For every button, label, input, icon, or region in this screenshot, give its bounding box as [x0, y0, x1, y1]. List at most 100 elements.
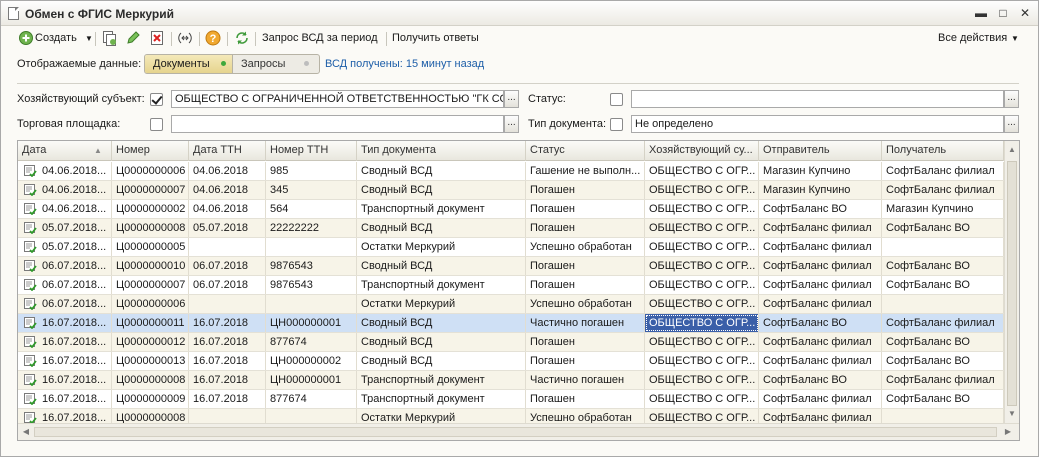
- document-icon: [8, 7, 19, 20]
- cell-doc-type: Сводный ВСД: [357, 352, 526, 370]
- table-row[interactable]: 16.07.2018... Ц0000000012 16.07.2018 877674…: [18, 333, 1004, 352]
- requests-tab[interactable]: Запросы: [234, 55, 319, 73]
- cell-date-text: 16.07.2018...: [42, 355, 107, 367]
- divider: [17, 83, 1019, 84]
- doctype-checkbox[interactable]: [610, 118, 623, 131]
- status-field[interactable]: [631, 90, 1004, 108]
- scroll-left-icon[interactable]: ◀: [20, 427, 32, 436]
- cell-entity: ОБЩЕСТВО С ОГР...: [645, 238, 759, 256]
- entity-checkbox[interactable]: [150, 93, 163, 106]
- cell-number: Ц0000000012: [112, 333, 189, 351]
- cell-ttn-number: ЦН000000002: [266, 352, 357, 370]
- cell-receiver: [882, 295, 1004, 313]
- get-answers-button[interactable]: Получить ответы: [392, 29, 479, 48]
- scroll-right-icon[interactable]: ▶: [1002, 427, 1014, 436]
- toolbar-separator: [95, 32, 96, 46]
- table-row[interactable]: 06.07.2018... Ц0000000010 06.07.2018 987654…: [18, 257, 1004, 276]
- cell-date: 16.07.2018...: [18, 390, 112, 408]
- cell-entity: ОБЩЕСТВО С ОГР...: [645, 333, 759, 351]
- entity-field[interactable]: ОБЩЕСТВО С ОГРАНИЧЕННОЙ ОТВЕТСТВЕННОСТЬЮ…: [171, 90, 504, 108]
- cell-status: Частично погашен: [526, 371, 645, 389]
- toolbar-separator: [171, 32, 172, 46]
- edit-icon[interactable]: [125, 30, 141, 46]
- table-row[interactable]: 16.07.2018... Ц0000000013 16.07.2018 ЦН0000…: [18, 352, 1004, 371]
- cell-doc-type: Сводный ВСД: [357, 162, 526, 180]
- create-button[interactable]: Создать ▼: [18, 29, 93, 48]
- title-bar: Обмен с ФГИС Меркурий ▬ □ ✕: [1, 1, 1038, 26]
- table-row[interactable]: 05.07.2018... Ц0000000008 05.07.2018 222222…: [18, 219, 1004, 238]
- cell-number: Ц0000000008: [112, 371, 189, 389]
- vsd-status-link[interactable]: ВСД получены: 15 минут назад: [325, 58, 484, 70]
- minimize-icon[interactable]: ▬: [973, 6, 989, 21]
- doctype-select-button[interactable]: ...: [1004, 115, 1019, 133]
- cell-date: 16.07.2018...: [18, 333, 112, 351]
- close-icon[interactable]: ✕: [1017, 6, 1033, 21]
- column-header-status[interactable]: Статус: [526, 141, 645, 161]
- cell-sender: СофтБаланс ВО: [759, 314, 882, 332]
- request-vsd-button[interactable]: Запрос ВСД за период: [262, 29, 378, 48]
- cell-ttn-number: 877674: [266, 333, 357, 351]
- documents-tab[interactable]: Документы: [145, 55, 233, 73]
- column-header-number[interactable]: Номер: [112, 141, 189, 161]
- copy-icon[interactable]: [101, 30, 117, 46]
- cell-ttn-date: 04.06.2018: [189, 200, 266, 218]
- table-row[interactable]: 16.07.2018... Ц0000000011 16.07.2018 ЦН0000…: [18, 314, 1004, 333]
- vertical-scroll-thumb[interactable]: [1007, 161, 1017, 406]
- cell-date-text: 06.07.2018...: [42, 298, 107, 310]
- table-row[interactable]: 05.07.2018... Ц0000000005 Остатки Меркурий…: [18, 238, 1004, 257]
- cell-status: Частично погашен: [526, 314, 645, 332]
- all-actions-button[interactable]: Все действия ▼: [938, 29, 1019, 48]
- cell-receiver: [882, 238, 1004, 256]
- platform-checkbox[interactable]: [150, 118, 163, 131]
- cell-entity: ОБЩЕСТВО С ОГР...: [645, 219, 759, 237]
- cell-ttn-number: 985: [266, 162, 357, 180]
- platform-select-button[interactable]: ...: [504, 115, 519, 133]
- horizontal-scrollbar[interactable]: ◀ ▶: [18, 423, 1019, 440]
- status-checkbox[interactable]: [610, 93, 623, 106]
- cell-ttn-number: 22222222: [266, 219, 357, 237]
- column-header-date[interactable]: Дата ▲: [18, 141, 112, 161]
- toolbar-separator: [199, 32, 200, 46]
- scroll-up-icon[interactable]: ▲: [1006, 145, 1018, 154]
- table-row[interactable]: 16.07.2018... Ц0000000008 16.07.2018 ЦН0000…: [18, 371, 1004, 390]
- cell-ttn-date: 16.07.2018: [189, 333, 266, 351]
- vertical-scrollbar[interactable]: ▲ ▼: [1004, 141, 1019, 423]
- display-switch: Документы Запросы: [144, 54, 320, 74]
- cell-date: 04.06.2018...: [18, 200, 112, 218]
- cell-status: Погашен: [526, 200, 645, 218]
- column-header-receiver[interactable]: Получатель: [882, 141, 1004, 161]
- column-header-doc-type[interactable]: Тип документа: [357, 141, 526, 161]
- help-icon[interactable]: ?: [205, 30, 221, 46]
- chevron-down-icon: ▼: [85, 34, 93, 43]
- cell-number: Ц0000000005: [112, 238, 189, 256]
- table-row[interactable]: 04.06.2018... Ц0000000002 04.06.2018 564 Тра…: [18, 200, 1004, 219]
- cell-ttn-number: 9876543: [266, 257, 357, 275]
- add-icon: [19, 31, 33, 45]
- status-select-button[interactable]: ...: [1004, 90, 1019, 108]
- cell-entity: ОБЩЕСТВО С ОГР...: [645, 200, 759, 218]
- entity-select-button[interactable]: ...: [504, 90, 519, 108]
- exchange-icon[interactable]: [177, 30, 193, 46]
- cell-sender: СофтБаланс ВО: [759, 200, 882, 218]
- maximize-icon[interactable]: □: [995, 6, 1011, 21]
- column-header-ttn-number[interactable]: Номер ТТН: [266, 141, 357, 161]
- cell-sender: СофтБаланс филиал: [759, 238, 882, 256]
- column-header-ttn-date[interactable]: Дата ТТН: [189, 141, 266, 161]
- table-row[interactable]: 06.07.2018... Ц0000000007 06.07.2018 987654…: [18, 276, 1004, 295]
- horizontal-scroll-thumb[interactable]: [34, 427, 997, 437]
- cell-ttn-number: 9876543: [266, 276, 357, 294]
- table-row[interactable]: 04.06.2018... Ц0000000006 04.06.2018 985 Сво…: [18, 162, 1004, 181]
- refresh-icon[interactable]: [234, 30, 250, 46]
- doctype-field[interactable]: Не определено: [631, 115, 1004, 133]
- column-header-sender[interactable]: Отправитель: [759, 141, 882, 161]
- posted-document-icon: [24, 393, 37, 405]
- column-header-entity[interactable]: Хозяйствующий су...: [645, 141, 759, 161]
- cell-status: Погашен: [526, 276, 645, 294]
- table-row[interactable]: 06.07.2018... Ц0000000006 Остатки Меркурий…: [18, 295, 1004, 314]
- table-row[interactable]: 16.07.2018... Ц0000000009 16.07.2018 877674…: [18, 390, 1004, 409]
- scroll-down-icon[interactable]: ▼: [1006, 409, 1018, 418]
- cell-date: 16.07.2018...: [18, 352, 112, 370]
- platform-field[interactable]: [171, 115, 504, 133]
- table-row[interactable]: 04.06.2018... Ц0000000007 04.06.2018 345 Сво…: [18, 181, 1004, 200]
- delete-icon[interactable]: [149, 30, 165, 46]
